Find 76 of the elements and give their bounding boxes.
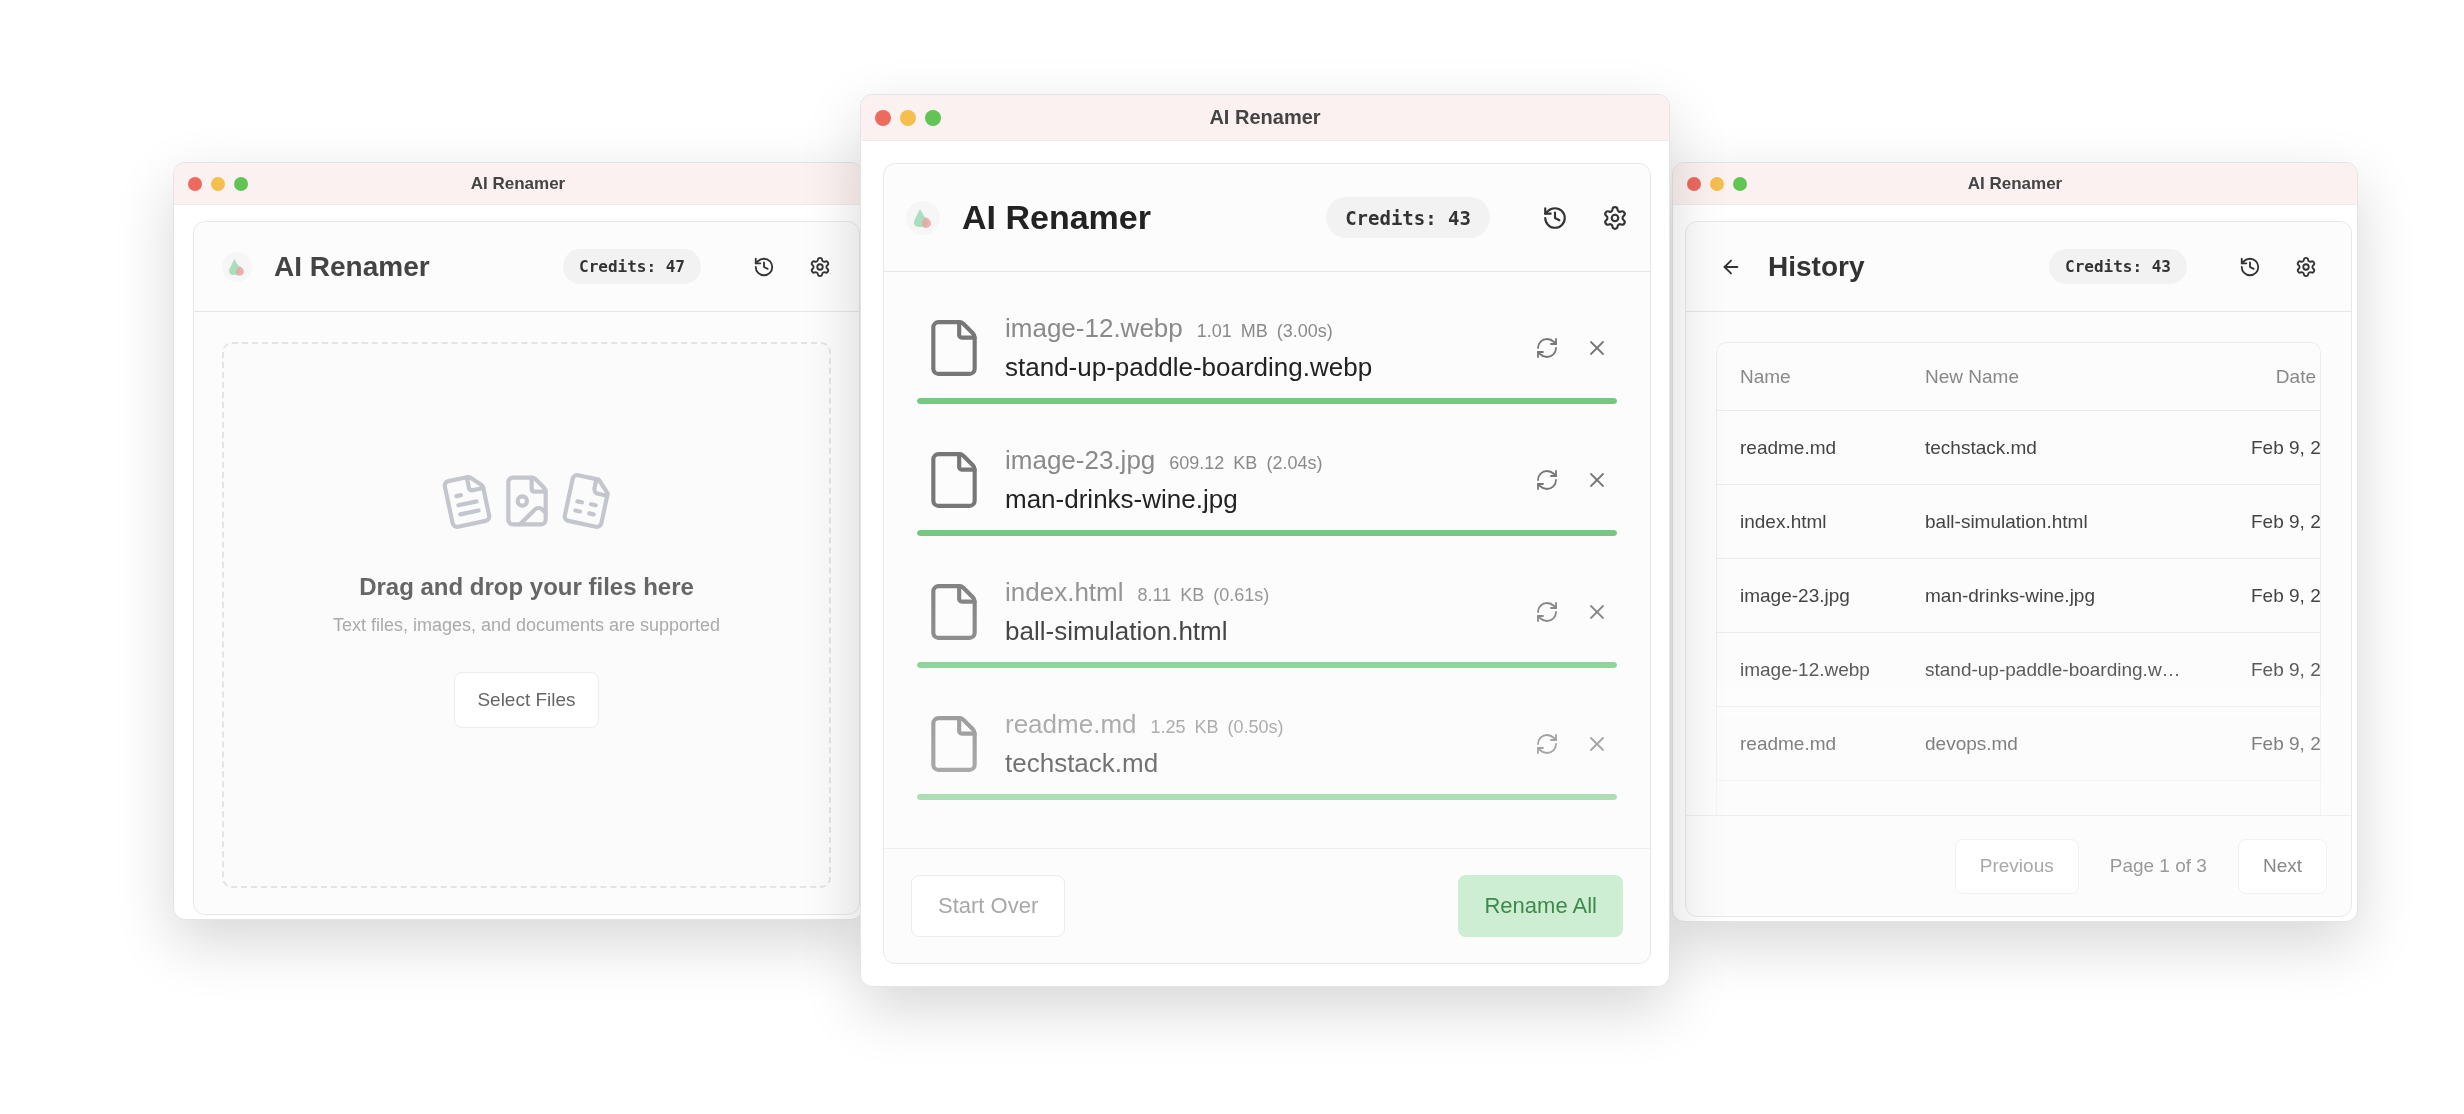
table-cell-text: Feb 9, 2 [2250, 658, 2320, 681]
original-file-name: index.html [1005, 577, 1124, 608]
table-cell-text: Feb 9, 2 [2250, 510, 2320, 533]
zoom-window-dot[interactable] [1733, 176, 1747, 191]
close-window-dot[interactable] [188, 176, 202, 191]
regenerate-button[interactable] [1535, 468, 1559, 492]
app-logo [906, 200, 940, 235]
refresh-icon [1535, 468, 1559, 492]
history-button[interactable] [1542, 204, 1568, 231]
zoom-window-dot[interactable] [234, 176, 248, 191]
minimize-window-dot[interactable] [1710, 176, 1724, 191]
settings-icon [1602, 204, 1628, 231]
regenerate-button[interactable] [1535, 336, 1559, 360]
new-file-name: man-drinks-wine.jpg [1005, 484, 1239, 515]
settings-button[interactable] [809, 255, 831, 278]
file-size-time: 1.25 KB (0.50s) [1150, 717, 1284, 738]
table-cell-text: techstack.md [1924, 436, 2038, 459]
app-logo [222, 251, 252, 282]
table-cell-text: index.html [1739, 510, 1828, 533]
history-icon [753, 255, 775, 278]
regenerate-button[interactable] [1535, 732, 1559, 756]
credits-badge: Credits: 43 [2049, 249, 2187, 284]
settings-button[interactable] [2295, 255, 2317, 278]
refresh-icon [1535, 336, 1559, 360]
history-button[interactable] [753, 255, 775, 278]
table-cell-text: Feb 9, 2 [2250, 584, 2320, 607]
table-cell-text: image-12.webp [1739, 658, 1871, 681]
settings-button[interactable] [1602, 204, 1628, 231]
close-window-dot[interactable] [875, 109, 891, 126]
app-title: AI Renamer [274, 250, 431, 283]
select-files-button[interactable]: Select Files [454, 671, 599, 728]
table-cell-text: readme.md [1739, 436, 1838, 459]
original-file-name: image-23.jpg [1005, 445, 1156, 476]
new-file-name: techstack.md [1005, 748, 1160, 779]
drop-zone[interactable]: Drag and drop your files here Text files, images, and documents are supported Select Files [222, 342, 831, 888]
table-cell-text: devops.md [1924, 732, 2019, 755]
drop-hint: Text files, images, and documents are supported [332, 614, 721, 636]
close-window-dot[interactable] [1687, 176, 1701, 191]
history-icon [2239, 255, 2261, 278]
settings-icon [809, 255, 831, 278]
original-file-name: image-12.webp [1005, 313, 1183, 344]
window-title: AI Renamer [1966, 173, 2064, 194]
minimize-window-dot[interactable] [211, 176, 225, 191]
history-button[interactable] [2239, 255, 2261, 278]
window-title: AI Renamer [1208, 106, 1322, 129]
refresh-icon [1535, 732, 1559, 756]
app-title: AI Renamer [962, 198, 1152, 237]
credits-badge: Credits: 43 [1326, 197, 1490, 238]
original-file-name: readme.md [1005, 709, 1137, 740]
zoom-window-dot[interactable] [925, 109, 941, 126]
column-header: New Name [1924, 365, 2020, 388]
settings-icon [2295, 255, 2317, 278]
table-cell-text: readme.md [1739, 732, 1838, 755]
column-header: Date [2274, 365, 2317, 388]
next-page-button[interactable]: Next [2237, 838, 2327, 894]
file-size-time: 1.01 MB (3.00s) [1196, 321, 1333, 342]
table-cell-text: Feb 9, 2 [2250, 436, 2320, 459]
file-size-time: 609.12 KB (2.04s) [1169, 453, 1323, 474]
table-cell-text: ball-simulation.html [1924, 510, 2089, 533]
file-size-time: 8.11 KB (0.61s) [1137, 585, 1270, 606]
minimize-window-dot[interactable] [900, 109, 916, 126]
refresh-icon [1535, 600, 1559, 624]
history-icon [1542, 204, 1568, 231]
table-cell-text: man-drinks-wine.jpg [1924, 584, 2096, 607]
new-file-name: ball-simulation.html [1005, 616, 1229, 647]
table-cell-text: stand-up-paddle-boarding.w… [1924, 658, 2182, 681]
drop-heading: Drag and drop your files here [359, 572, 694, 601]
credits-badge: Credits: 47 [563, 249, 701, 284]
window-title: AI Renamer [469, 173, 567, 194]
column-header: Name [1739, 365, 1792, 388]
table-cell-text: image-23.jpg [1739, 584, 1851, 607]
page-title: History [1768, 250, 1866, 283]
table-cell-text: Feb 9, 2 [2250, 732, 2320, 755]
page-indicator: Page 1 of 3 [2109, 855, 2207, 877]
regenerate-button[interactable] [1535, 600, 1559, 624]
new-file-name: stand-up-paddle-boarding.webp [1005, 352, 1374, 383]
